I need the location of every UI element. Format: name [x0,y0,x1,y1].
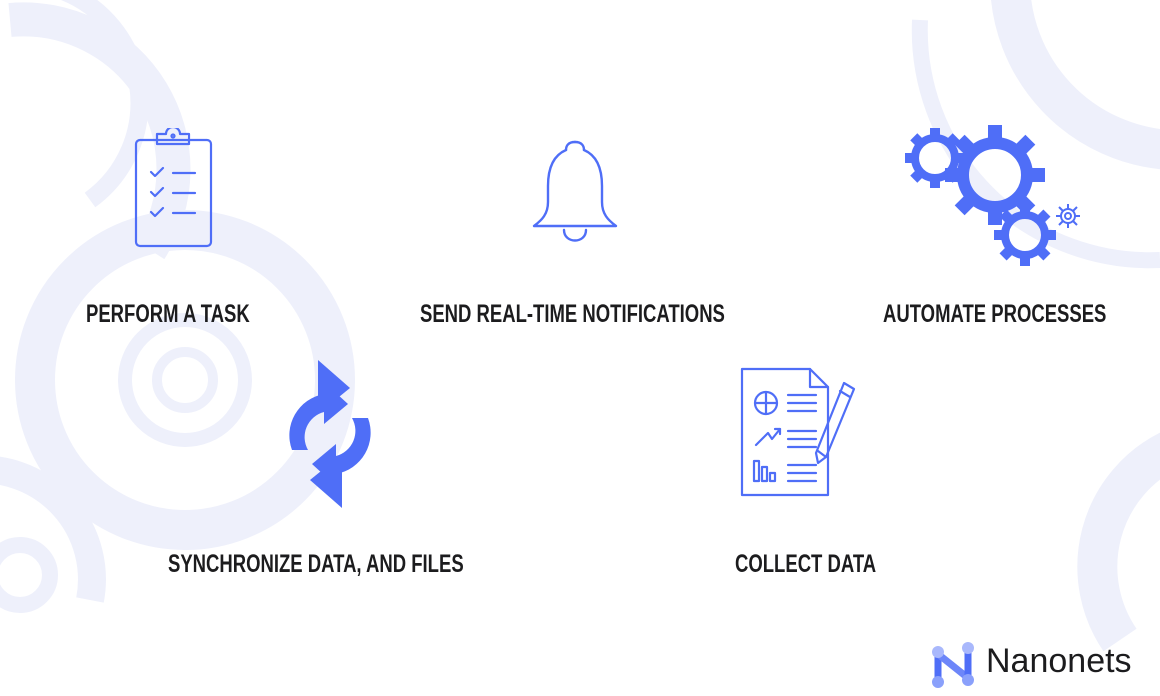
gears-icon [905,125,1080,266]
nanonets-logo: Nanonets [928,636,1138,690]
sync-arrows-icon [289,360,371,508]
nanonets-logo-text: Nanonets [986,642,1132,680]
background-decoration [0,0,1160,652]
nanonets-logo-icon [932,642,974,688]
label-collect-data: COLLECT DATA [735,550,877,578]
label-synchronize-data: SYNCHRONIZE DATA, AND FILES [168,550,464,578]
report-document-icon [740,367,856,497]
label-automate-processes: AUTOMATE PROCESSES [883,300,1107,328]
bell-icon [532,140,618,242]
label-send-notifications: SEND REAL-TIME NOTIFICATIONS [420,300,725,328]
label-perform-task: PERFORM A TASK [86,300,250,328]
clipboard-checklist-icon [134,128,213,248]
